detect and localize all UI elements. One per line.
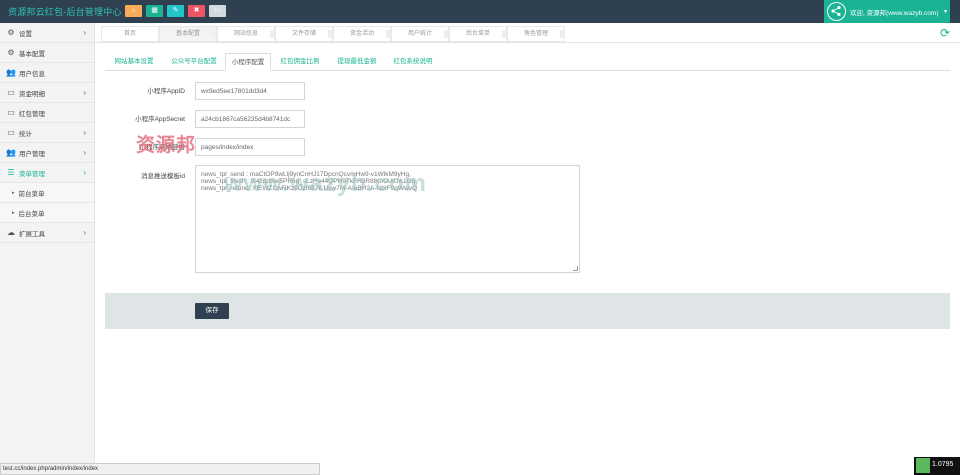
watermark-url: www.wazyb.com	[224, 170, 427, 197]
tab-label: 角色管理	[523, 31, 548, 37]
appid-label: 小程序AppID	[147, 88, 185, 95]
page-tab[interactable]: 资金活动	[333, 26, 391, 42]
sidebar-item-label: 用户信息	[19, 70, 45, 78]
appsecret-label: 小程序AppSecret	[135, 116, 185, 123]
sidebar-subitem-label: 前台菜单	[18, 190, 45, 198]
bullet-icon: ▸	[12, 209, 15, 216]
page-tabs: 首页 基本配置 网站信息 文件存储 资金活动 用户统计 后台菜单 角色管理 ⟳	[95, 23, 960, 43]
tray-app-icon[interactable]	[916, 458, 930, 473]
monitor-icon: ▭	[7, 108, 15, 117]
sidebar-item-label: 设置	[19, 30, 32, 38]
sidebar-item-label: 菜单管理	[19, 170, 45, 178]
tab-label: 基本配置	[175, 31, 200, 37]
sidebar-subitem-label: 后台菜单	[18, 210, 45, 218]
sidebar-item-menu-manage[interactable]: ☰ 菜单管理 ›	[0, 163, 94, 183]
header-toolbar: ⌂ ▦ ✎ ✖ ▭	[125, 5, 226, 17]
grid-icon: ▦	[151, 7, 158, 14]
chevron-right-icon: ›	[83, 148, 86, 157]
welcome-text: 欢迎, 资源邦(www.wazyb.com)	[850, 10, 939, 17]
appsecret-field[interactable]: a24cb1867ca56235d4b8741dc	[195, 110, 305, 128]
page-path-field[interactable]: pages/index/index	[195, 138, 305, 156]
monitor-icon: ▭	[7, 128, 15, 137]
tab-mp-platform[interactable]: 公众号平台配置	[163, 53, 225, 71]
home-button[interactable]: ⌂	[125, 5, 142, 17]
sidebar-item-label: 统计	[19, 130, 32, 138]
top-bar: 资源邦云红包-后台管理中心 ⌂ ▦ ✎ ✖ ▭ 欢迎, 资源邦(www.wazyb.co…	[0, 0, 960, 23]
sidebar-item-stats[interactable]: ▭ 统计 ›	[0, 123, 94, 143]
sidebar-item-label: 用户管理	[19, 150, 45, 158]
chevron-right-icon: ›	[83, 128, 86, 137]
chevron-right-icon: ›	[83, 228, 86, 237]
monitor-icon: ▭	[7, 88, 15, 97]
tab-commission[interactable]: 红包佣金比例	[271, 53, 329, 71]
sidebar-item-label: 扩展工具	[19, 230, 45, 238]
user-menu[interactable]: 欢迎, 资源邦(www.wazyb.com) ▾	[824, 0, 950, 23]
system-tray: 1.0795	[914, 457, 960, 475]
page-tab[interactable]: 用户统计	[391, 26, 449, 42]
screen-button[interactable]: ▭	[209, 5, 226, 17]
template-id-label: 消息推送模板id	[140, 173, 185, 180]
sidebar-item-label: 红包管理	[19, 110, 45, 118]
resize-handle[interactable]	[573, 266, 578, 271]
appid-field[interactable]: wx9ed5ee17801dd3d4	[195, 82, 305, 100]
form-actions: 保存	[105, 293, 950, 329]
page-tab[interactable]: 文件存储	[275, 26, 333, 42]
sidebar-item-user-manage[interactable]: 👥 用户管理 ›	[0, 143, 94, 163]
tab-min-withdraw[interactable]: 提现最低金额	[329, 53, 385, 71]
page-tab[interactable]: 后台菜单	[449, 26, 507, 42]
refresh-icon[interactable]: ⟳	[940, 26, 950, 40]
sidebar-item-extend-tools[interactable]: ☁ 扩展工具 ›	[0, 223, 94, 243]
sidebar-subitem-front-menu[interactable]: ▸ 前台菜单	[0, 183, 94, 203]
tab-label: 后台菜单	[465, 31, 490, 37]
tab-system-notes[interactable]: 红包系统说明	[385, 53, 441, 71]
tab-label: 首页	[123, 31, 136, 37]
page-tab[interactable]: 网站信息	[217, 26, 275, 42]
edit-button[interactable]: ✎	[167, 5, 184, 17]
users-icon: 👥	[6, 148, 16, 157]
home-icon: ⌂	[131, 7, 136, 14]
chevron-right-icon: ›	[83, 88, 86, 97]
cloud-icon: ☁	[7, 228, 15, 237]
tab-label: 资金活动	[349, 31, 374, 37]
browser-status-url: test.cc/index.php/admin/index/index	[0, 463, 320, 475]
brand-title: 资源邦云红包-后台管理中心	[8, 7, 122, 17]
sidebar-item-label: 资金明细	[19, 90, 45, 98]
gear-icon: ⚙	[7, 48, 15, 57]
delete-icon: ✖	[193, 7, 200, 14]
grid-button[interactable]: ▦	[146, 5, 163, 17]
delete-button[interactable]: ✖	[188, 5, 205, 17]
screen-icon: ▭	[214, 7, 221, 14]
sidebar-item-fund-detail[interactable]: ▭ 资金明细 ›	[0, 83, 94, 103]
page-tab[interactable]: 角色管理	[507, 26, 565, 42]
sidebar-item-redpacket-manage[interactable]: ▭ 红包管理	[0, 103, 94, 123]
share-icon	[827, 2, 846, 21]
bullet-icon: ▸	[12, 189, 15, 196]
gear-icon: ⚙	[7, 28, 15, 37]
caret-down-icon: ▾	[943, 9, 947, 15]
tab-site-basic[interactable]: 网站基本设置	[105, 53, 163, 71]
sidebar-item-user-info[interactable]: 👥 用户信息	[0, 63, 94, 83]
config-tabs: 网站基本设置 公众号平台配置 小程序配置 红包佣金比例 提现最低金额 红包系统说…	[105, 50, 950, 71]
users-icon: 👥	[6, 68, 16, 77]
sidebar-item-settings[interactable]: ⚙ 设置 ›	[0, 23, 94, 43]
sidebar: ⚙ 设置 › ⚙ 基本配置 👥 用户信息 ▭ 资金明细 › ▭ 红包管理 ▭ 统计 › 👥 用户管理…	[0, 23, 95, 475]
tab-label: 用户统计	[407, 31, 432, 37]
list-icon: ☰	[7, 168, 15, 177]
tab-miniprogram[interactable]: 小程序配置	[225, 53, 271, 71]
sidebar-item-basic-config[interactable]: ⚙ 基本配置	[0, 43, 94, 63]
sidebar-subitem-back-menu[interactable]: ▸ 后台菜单	[0, 203, 94, 223]
tab-label: 网站信息	[233, 31, 258, 37]
save-button[interactable]: 保存	[195, 303, 229, 319]
page-tab[interactable]: 基本配置	[159, 26, 217, 42]
tray-text: 1.0795	[932, 461, 954, 468]
close-icon[interactable]	[560, 30, 565, 38]
sidebar-item-label: 基本配置	[19, 50, 45, 58]
tab-label: 文件存储	[291, 31, 316, 37]
chevron-right-icon: ›	[83, 168, 86, 177]
page-tab[interactable]: 首页	[101, 26, 159, 42]
edit-icon: ✎	[172, 7, 179, 14]
watermark-logo: 资源邦	[136, 135, 197, 156]
chevron-right-icon: ›	[83, 28, 86, 37]
